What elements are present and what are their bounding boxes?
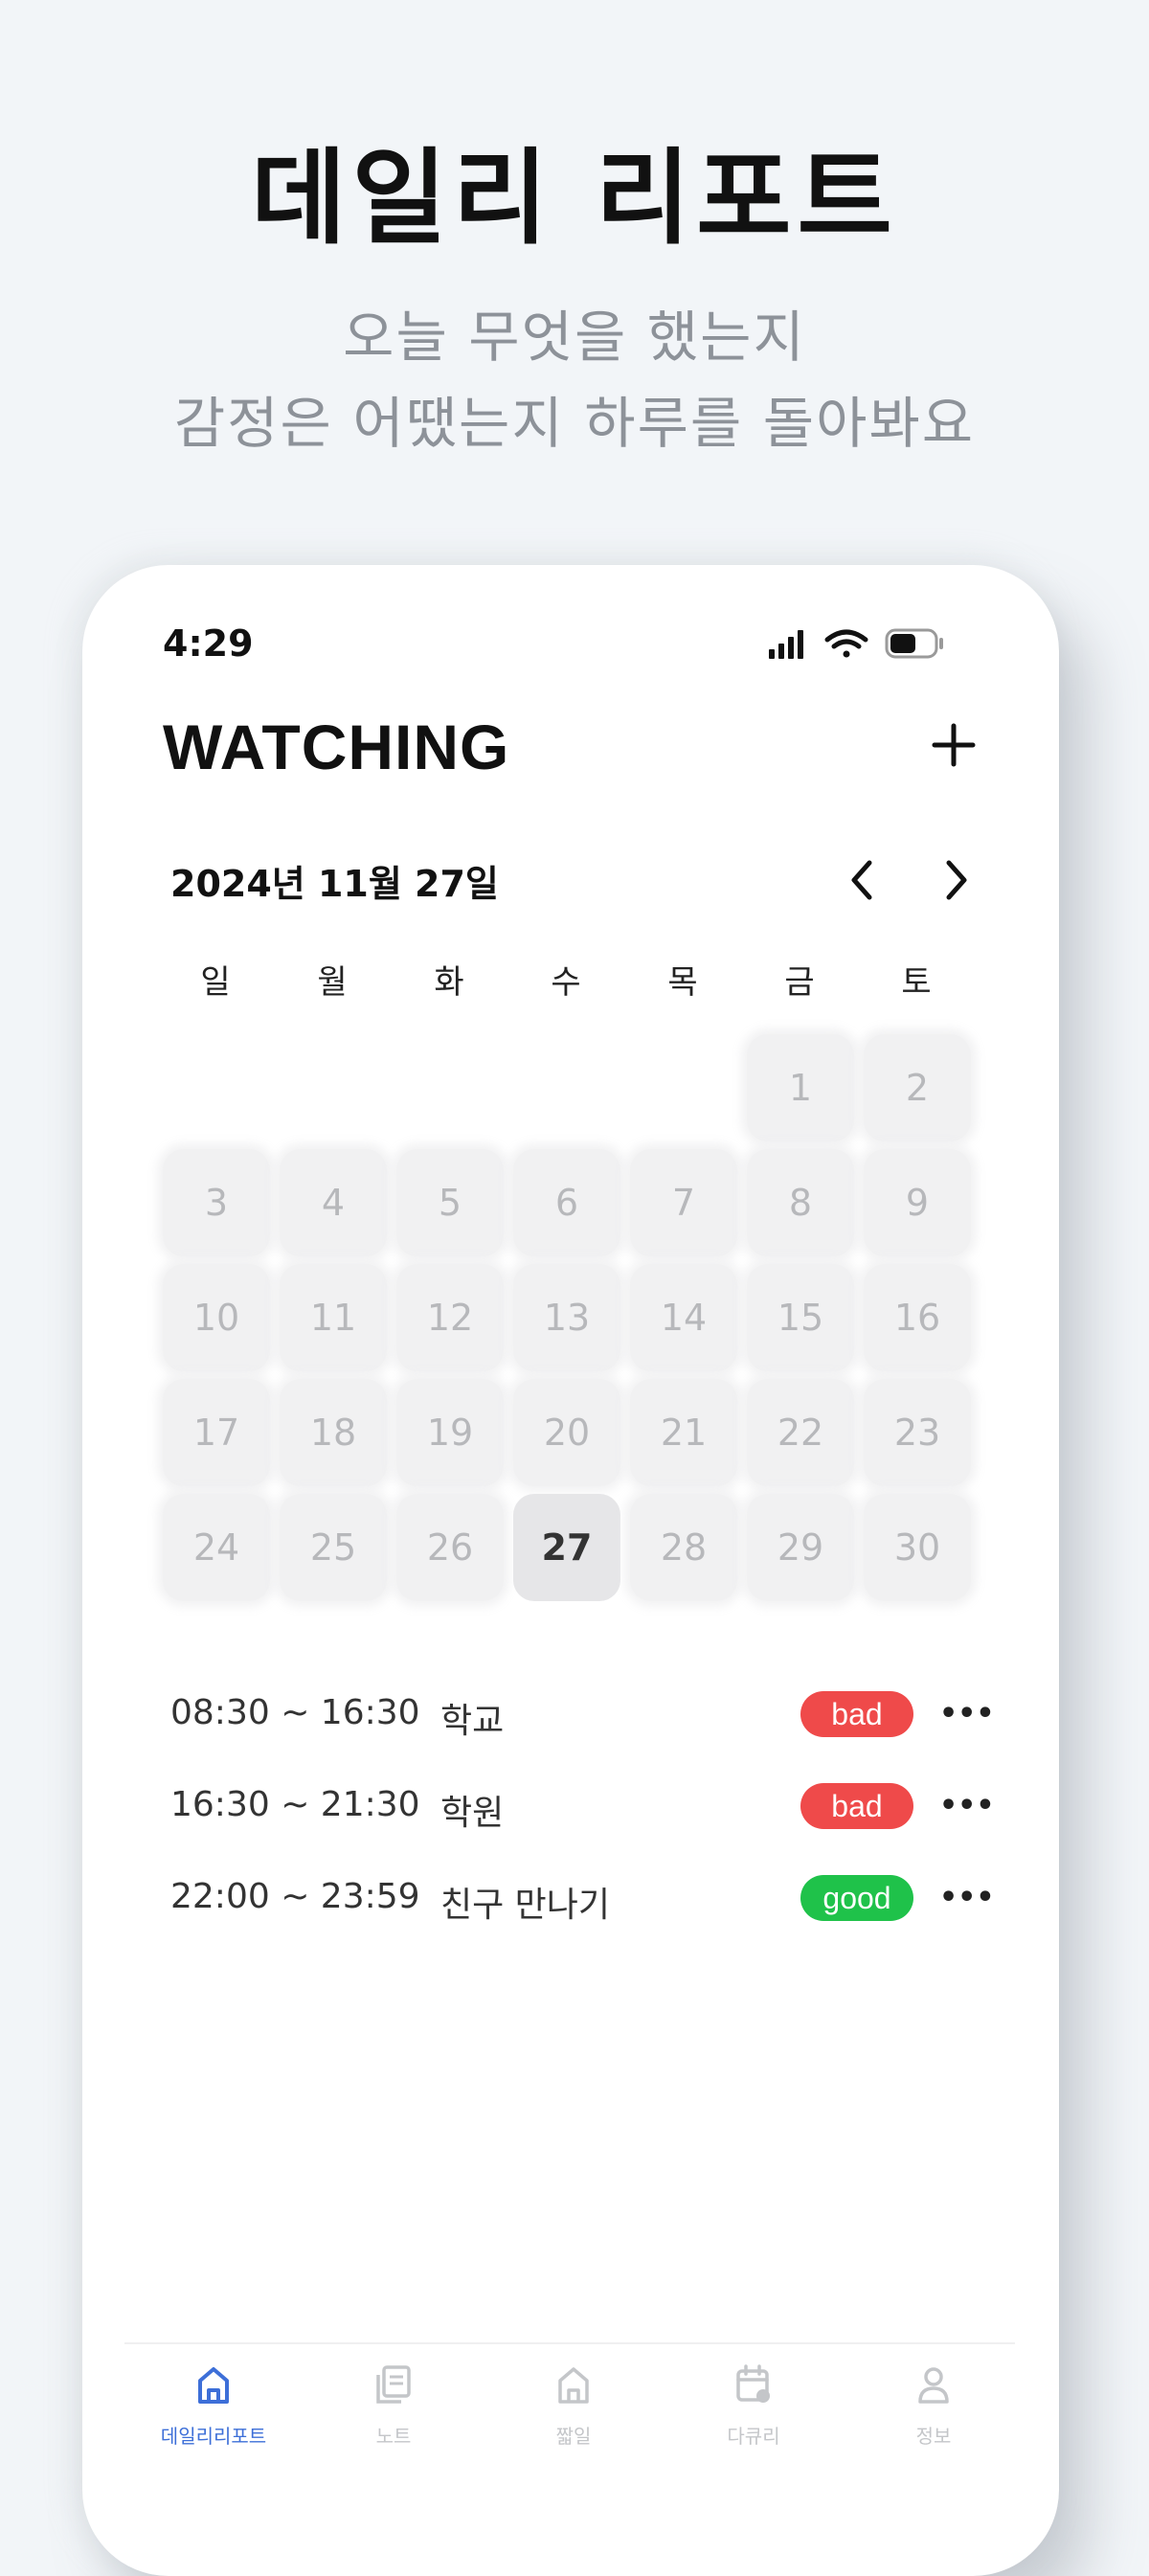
calendar-icon [736,2364,770,2403]
tab-label: 정보 [915,2425,952,2448]
person-icon [918,2367,949,2404]
weekday-mon: 월 [317,963,348,1002]
calendar-day[interactable]: 26 [396,1494,504,1601]
calendar-day[interactable]: 4 [280,1149,387,1256]
tab-daily-report[interactable]: 데일리리포트 [142,2363,285,2459]
calendar-day[interactable]: 2 [864,1034,971,1141]
calendar-day[interactable]: 6 [513,1149,620,1256]
plus-icon [932,723,976,767]
calendar-day[interactable]: 25 [280,1494,387,1601]
tab-label: 노트 [375,2425,412,2448]
weekday-tue: 화 [434,963,464,1002]
more-options-button[interactable]: ••• [939,1787,995,1825]
event-time: 08:30 ~ 16:30 [170,1693,420,1732]
weekday-sat: 토 [901,963,932,1002]
calendar-day[interactable]: 24 [163,1494,270,1601]
chevron-left-icon [851,860,872,900]
calendar-day[interactable]: 5 [396,1149,504,1256]
weekday-fri: 금 [784,963,815,1002]
tab-calendar[interactable]: 다큐리 [682,2363,825,2459]
calendar-day[interactable]: 14 [630,1264,737,1371]
calendar-day[interactable]: 16 [864,1264,971,1371]
event-time: 22:00 ~ 23:59 [170,1877,420,1916]
calendar-day[interactable]: 29 [747,1494,854,1601]
tab-label: 데일리리포트 [160,2425,267,2448]
home-icon [198,2367,229,2404]
prev-month-button[interactable] [841,855,885,905]
mood-badge: bad [800,1783,913,1829]
hero-subtitle-line2: 감정은 어땠는지 하루를 돌아봐요 [173,391,976,456]
event-title: 학교 [440,1702,505,1741]
more-options-button[interactable]: ••• [939,1695,995,1733]
more-options-button[interactable]: ••• [939,1879,995,1917]
event-list: 08:30 ~ 16:30 학교 bad ••• 16:30 ~ 21:30 학원 bad •… [170,1685,995,1973]
mood-badge: bad [800,1691,913,1737]
calendar-day[interactable]: 20 [513,1379,620,1486]
calendar-day[interactable]: 23 [864,1379,971,1486]
event-row[interactable]: 16:30 ~ 21:30 학원 bad ••• [170,1777,995,1835]
tabbar-divider [124,2342,1015,2344]
signal-icon [769,630,803,659]
event-title: 학원 [440,1794,505,1833]
tab-third[interactable]: 짧일 [502,2363,645,2459]
calendar-day[interactable]: 22 [747,1379,854,1486]
weekday-wed: 수 [551,963,581,1002]
calendar-grid: 1 2 3 4 5 6 7 8 9 10 11 12 13 14 15 16 17 18 19 20 21 22 23 24 2… [163,1034,996,1609]
weekday-thu: 목 [667,963,698,1002]
hero-title: 데일리 리포트 [251,139,898,259]
calendar-day[interactable]: 30 [864,1494,971,1601]
tab-label: 짧일 [555,2425,592,2448]
app-title: WATCHING [163,712,510,782]
calendar-day[interactable]: 3 [163,1149,270,1256]
calendar-day[interactable]: 11 [280,1264,387,1371]
status-icons [766,624,948,663]
weekday-sun: 일 [200,963,231,1002]
battery-icon [885,628,943,659]
weekday-header: 일 월 화 수 목 금 토 [163,956,996,1002]
calendar-day[interactable]: 13 [513,1264,620,1371]
calendar-day-selected[interactable]: 27 [513,1494,620,1601]
chevron-right-icon [946,860,967,900]
event-title: 친구 만나기 [440,1886,611,1925]
event-time: 16:30 ~ 21:30 [170,1785,420,1824]
event-row[interactable]: 22:00 ~ 23:59 친구 만나기 good ••• [170,1869,995,1927]
wifi-icon [824,629,868,658]
next-month-button[interactable] [934,855,978,905]
tab-notes[interactable]: 노트 [322,2363,465,2459]
calendar-day[interactable]: 9 [864,1149,971,1256]
notes-icon [376,2365,411,2404]
add-button[interactable] [929,720,979,770]
month-label: 2024년 11월 27일 [170,863,499,905]
calendar-day[interactable]: 17 [163,1379,270,1486]
calendar-day[interactable]: 12 [396,1264,504,1371]
calendar-day[interactable]: 18 [280,1379,387,1486]
mood-badge: good [800,1875,913,1921]
calendar-day[interactable]: 28 [630,1494,737,1601]
calendar-day[interactable]: 7 [630,1149,737,1256]
calendar-day[interactable]: 8 [747,1149,854,1256]
tab-profile[interactable]: 정보 [862,2363,1005,2459]
tab-label: 다큐리 [727,2425,780,2448]
calendar-day[interactable]: 10 [163,1264,270,1371]
calendar-day[interactable]: 1 [747,1034,854,1141]
event-row[interactable]: 08:30 ~ 16:30 학교 bad ••• [170,1685,995,1743]
status-time: 4:29 [163,622,254,665]
home-outline-icon [558,2367,589,2404]
hero-subtitle-line1: 오늘 무엇을 했는지 [343,305,806,370]
calendar-day[interactable]: 21 [630,1379,737,1486]
calendar-day[interactable]: 15 [747,1264,854,1371]
calendar-day[interactable]: 19 [396,1379,504,1486]
